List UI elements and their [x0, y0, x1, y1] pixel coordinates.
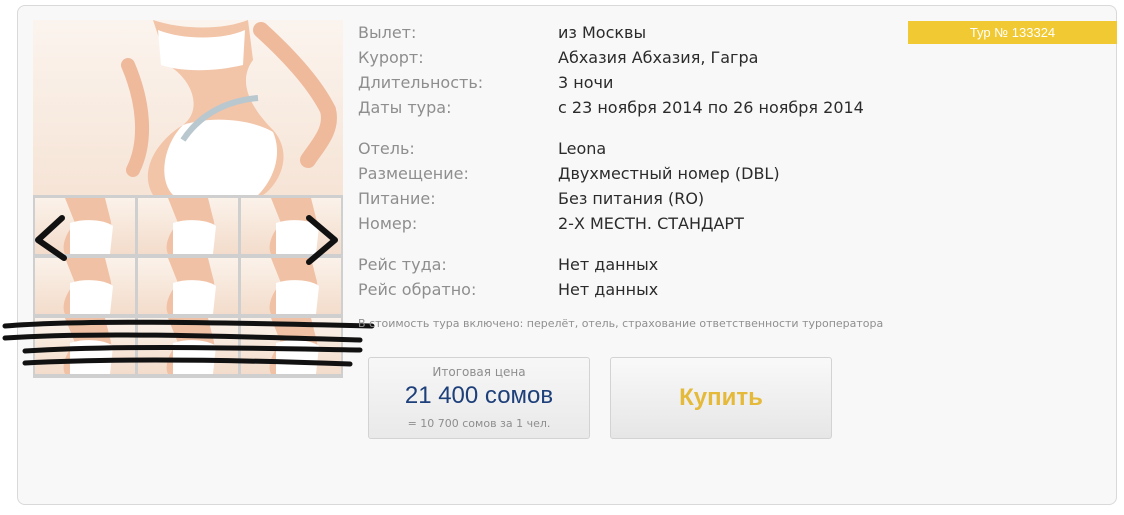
flight-out-value: Нет данных: [558, 255, 659, 274]
thumbnail[interactable]: [138, 198, 238, 254]
price-box: Итоговая цена 21 400 сомов = 10 700 сомо…: [368, 357, 590, 439]
included-note: В стоимость тура включено: перелёт, отел…: [358, 317, 884, 330]
buy-button[interactable]: Купить: [610, 357, 832, 439]
thumbnail[interactable]: [35, 318, 135, 374]
resort-label: Курорт:: [358, 48, 424, 67]
main-photo[interactable]: [33, 20, 343, 195]
meals-label: Питание:: [358, 189, 436, 208]
flight-out-label: Рейс туда:: [358, 255, 447, 274]
price-caption: Итоговая цена: [432, 365, 526, 379]
departure-value: из Москвы: [558, 23, 647, 42]
thumbnail[interactable]: [138, 318, 238, 374]
dates-value: с 23 ноября 2014 по 26 ноября 2014: [558, 98, 864, 117]
duration-label: Длительность:: [358, 73, 484, 92]
room-value: 2-Х МЕСТН. СТАНДАРТ: [558, 214, 744, 233]
accommodation-label: Размещение:: [358, 164, 469, 183]
departure-label: Вылет:: [358, 23, 417, 42]
duration-value: 3 ночи: [558, 73, 614, 92]
flight-back-label: Рейс обратно:: [358, 280, 477, 299]
flight-back-value: Нет данных: [558, 280, 659, 299]
chevron-right-icon[interactable]: [303, 212, 339, 268]
tour-number-badge: Тур № 133324: [908, 21, 1117, 44]
photo-gallery: [33, 20, 343, 378]
thumbnail[interactable]: [241, 318, 341, 374]
accommodation-value: Двухместный номер (DBL): [558, 164, 780, 183]
meals-value: Без питания (RO): [558, 189, 705, 208]
total-price: 21 400 сомов: [404, 382, 554, 409]
thumbnail[interactable]: [138, 258, 238, 314]
chevron-left-icon[interactable]: [32, 212, 68, 268]
price-per-person: = 10 700 сомов за 1 чел.: [407, 417, 551, 430]
thumbnail-grid: [33, 198, 343, 378]
dates-label: Даты тура:: [358, 98, 452, 117]
room-label: Номер:: [358, 214, 418, 233]
hotel-value: Leona: [558, 139, 607, 158]
hotel-label: Отель:: [358, 139, 415, 158]
resort-value: Абхазия Абхазия, Гагра: [558, 48, 759, 67]
